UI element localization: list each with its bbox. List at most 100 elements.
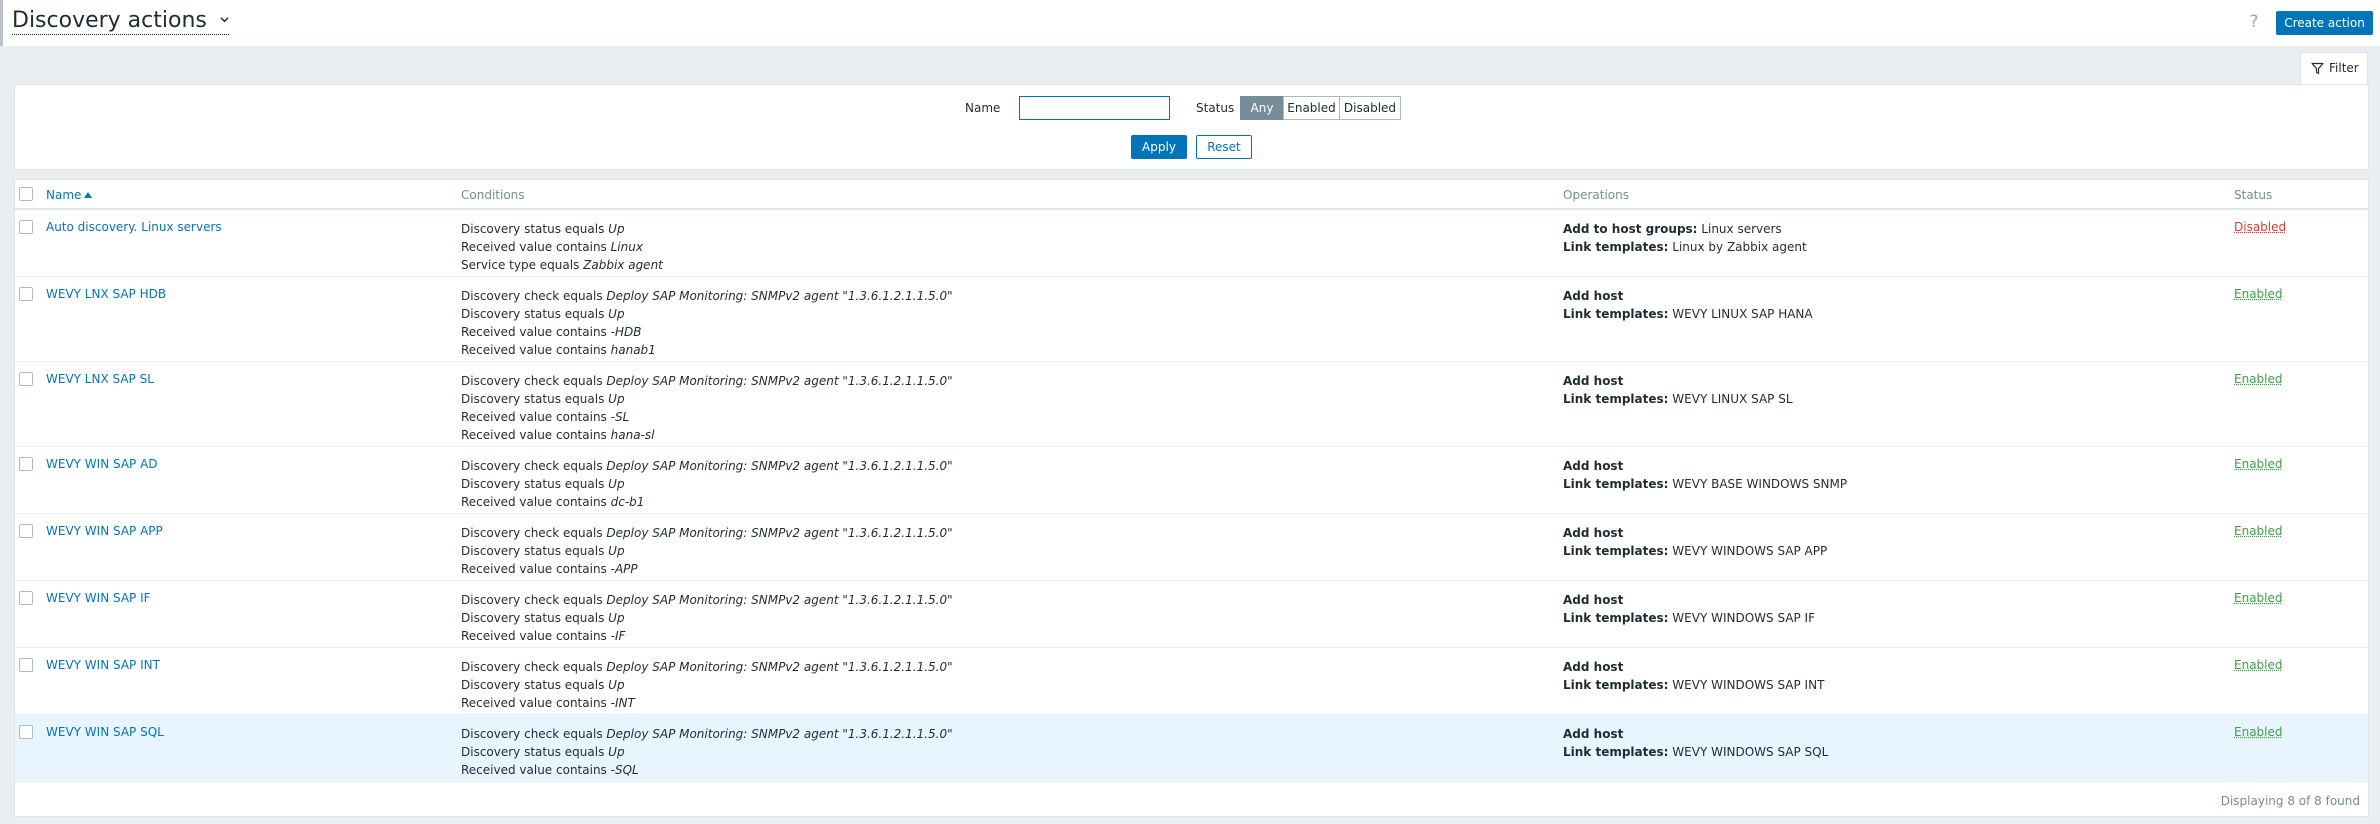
condition-text: Discovery status equals: [461, 222, 609, 236]
condition-line: Received value contains -APP: [461, 560, 953, 578]
operation-line: Add host: [1563, 372, 1793, 390]
status-toggle-link[interactable]: Enabled: [2234, 524, 2283, 538]
condition-text: Received value contains: [461, 763, 611, 777]
row-checkbox[interactable]: [19, 457, 33, 471]
conditions-cell: Discovery check equals Deploy SAP Monito…: [461, 372, 953, 444]
condition-text: Discovery status equals: [461, 611, 609, 625]
chevron-down-icon: [220, 17, 229, 23]
condition-line: Service type equals Zabbix agent: [461, 256, 663, 274]
select-all-checkbox[interactable]: [19, 187, 33, 201]
conditions-cell: Discovery check equals Deploy SAP Monito…: [461, 287, 953, 359]
sort-ascending-icon: [84, 192, 93, 198]
action-name-link[interactable]: WEVY LNX SAP SL: [46, 372, 154, 386]
reset-button[interactable]: Reset: [1196, 135, 1252, 159]
condition-value: Up: [608, 222, 625, 236]
action-name-link[interactable]: WEVY WIN SAP APP: [46, 524, 163, 538]
condition-value: Up: [608, 745, 625, 759]
condition-text: Received value contains: [461, 696, 611, 710]
row-checkbox[interactable]: [19, 658, 33, 672]
operation-label: Link templates:: [1563, 745, 1669, 759]
condition-line: Discovery check equals Deploy SAP Monito…: [461, 591, 953, 609]
condition-text: Discovery status equals: [461, 745, 609, 759]
condition-value: Up: [608, 307, 625, 321]
operations-cell: Add host Link templates: WEVY WINDOWS SAP…: [1563, 591, 1815, 627]
condition-text: Received value contains: [461, 410, 611, 424]
page-title-dropdown[interactable]: Discovery actions: [12, 8, 229, 35]
status-toggle-link[interactable]: Enabled: [2234, 725, 2283, 739]
condition-value: -IF: [610, 629, 626, 643]
status-toggle-link[interactable]: Disabled: [2234, 220, 2286, 234]
condition-value: -SL: [610, 410, 630, 424]
create-action-button[interactable]: Create action: [2276, 11, 2373, 35]
table-row: WEVY WIN SAP SQL Discovery check equals D…: [15, 715, 2368, 782]
column-name-header[interactable]: Name: [46, 188, 93, 202]
operation-line: Add host: [1563, 287, 1813, 305]
status-disabled-option[interactable]: Disabled: [1339, 96, 1401, 120]
condition-text: Discovery check equals: [461, 526, 607, 540]
row-checkbox[interactable]: [19, 591, 33, 605]
condition-line: Received value contains Linux: [461, 238, 663, 256]
conditions-cell: Discovery check equals Deploy SAP Monito…: [461, 457, 953, 511]
action-name-link[interactable]: WEVY WIN SAP SQL: [46, 725, 164, 739]
operation-label: Link templates:: [1563, 307, 1669, 321]
condition-line: Received value contains hana-sl: [461, 426, 953, 444]
status-toggle-link[interactable]: Enabled: [2234, 372, 2283, 386]
operation-line: Add host: [1563, 591, 1815, 609]
operation-line: Add host: [1563, 457, 1847, 475]
table-row: WEVY WIN SAP AD Discovery check equals De…: [15, 447, 2368, 514]
status-enabled-option[interactable]: Enabled: [1283, 96, 1340, 120]
conditions-cell: Discovery check equals Deploy SAP Monito…: [461, 524, 953, 578]
action-name-link[interactable]: WEVY WIN SAP INT: [46, 658, 160, 672]
status-toggle-link[interactable]: Enabled: [2234, 457, 2283, 471]
help-icon[interactable]: ?: [2247, 12, 2261, 32]
action-name-link[interactable]: WEVY LNX SAP HDB: [46, 287, 166, 301]
operation-label: Add to host groups:: [1563, 222, 1698, 236]
condition-value: Deploy SAP Monitoring: SNMPv2 agent "1.3…: [606, 374, 953, 388]
condition-line: Discovery status equals Up: [461, 475, 953, 493]
operation-label: Link templates:: [1563, 678, 1669, 692]
condition-text: Discovery check equals: [461, 289, 607, 303]
condition-value: Up: [608, 611, 625, 625]
row-checkbox[interactable]: [19, 220, 33, 234]
action-name-link[interactable]: WEVY WIN SAP AD: [46, 457, 158, 471]
condition-text: Received value contains: [461, 562, 611, 576]
operation-value: WEVY WINDOWS SAP SQL: [1668, 745, 1829, 759]
row-checkbox[interactable]: [19, 524, 33, 538]
apply-button[interactable]: Apply: [1131, 135, 1187, 159]
operations-cell: Add host Link templates: WEVY WINDOWS SAP…: [1563, 725, 1828, 761]
condition-value: Linux: [610, 240, 643, 254]
action-name-link[interactable]: Auto discovery. Linux servers: [46, 220, 222, 234]
row-checkbox[interactable]: [19, 725, 33, 739]
condition-line: Received value contains hanab1: [461, 341, 953, 359]
operation-label: Link templates:: [1563, 240, 1669, 254]
status-toggle-link[interactable]: Enabled: [2234, 287, 2283, 301]
operation-label: Add host: [1563, 660, 1624, 674]
condition-line: Discovery status equals Up: [461, 609, 953, 627]
column-operations-header: Operations: [1563, 188, 1629, 202]
table-row: WEVY LNX SAP SL Discovery check equals De…: [15, 362, 2368, 447]
condition-value: Deploy SAP Monitoring: SNMPv2 agent "1.3…: [606, 727, 953, 741]
condition-line: Discovery check equals Deploy SAP Monito…: [461, 725, 953, 743]
table-row: WEVY LNX SAP HDB Discovery check equals D…: [15, 277, 2368, 362]
condition-value: dc-b1: [610, 495, 645, 509]
row-checkbox[interactable]: [19, 372, 33, 386]
column-status-header: Status: [2234, 188, 2273, 202]
action-name-link[interactable]: WEVY WIN SAP IF: [46, 591, 151, 605]
condition-line: Discovery check equals Deploy SAP Monito…: [461, 372, 953, 390]
status-toggle-link[interactable]: Enabled: [2234, 658, 2283, 672]
condition-line: Discovery status equals Up: [461, 542, 953, 560]
condition-line: Discovery check equals Deploy SAP Monito…: [461, 287, 953, 305]
name-filter-input[interactable]: [1019, 96, 1170, 120]
condition-text: Discovery check equals: [461, 459, 607, 473]
condition-line: Received value contains -IF: [461, 627, 953, 645]
row-checkbox[interactable]: [19, 287, 33, 301]
status-any-option[interactable]: Any: [1240, 96, 1284, 120]
operation-value: WEVY BASE WINDOWS SNMP: [1668, 477, 1848, 491]
filter-tab[interactable]: Filter: [2300, 52, 2368, 84]
condition-value: -INT: [610, 696, 635, 710]
condition-text: Discovery status equals: [461, 544, 609, 558]
page-header: Discovery actions ? Create action: [0, 0, 2380, 46]
status-toggle-link[interactable]: Enabled: [2234, 591, 2283, 605]
filter-tab-label: Filter: [2329, 61, 2359, 75]
condition-text: Received value contains: [461, 495, 611, 509]
